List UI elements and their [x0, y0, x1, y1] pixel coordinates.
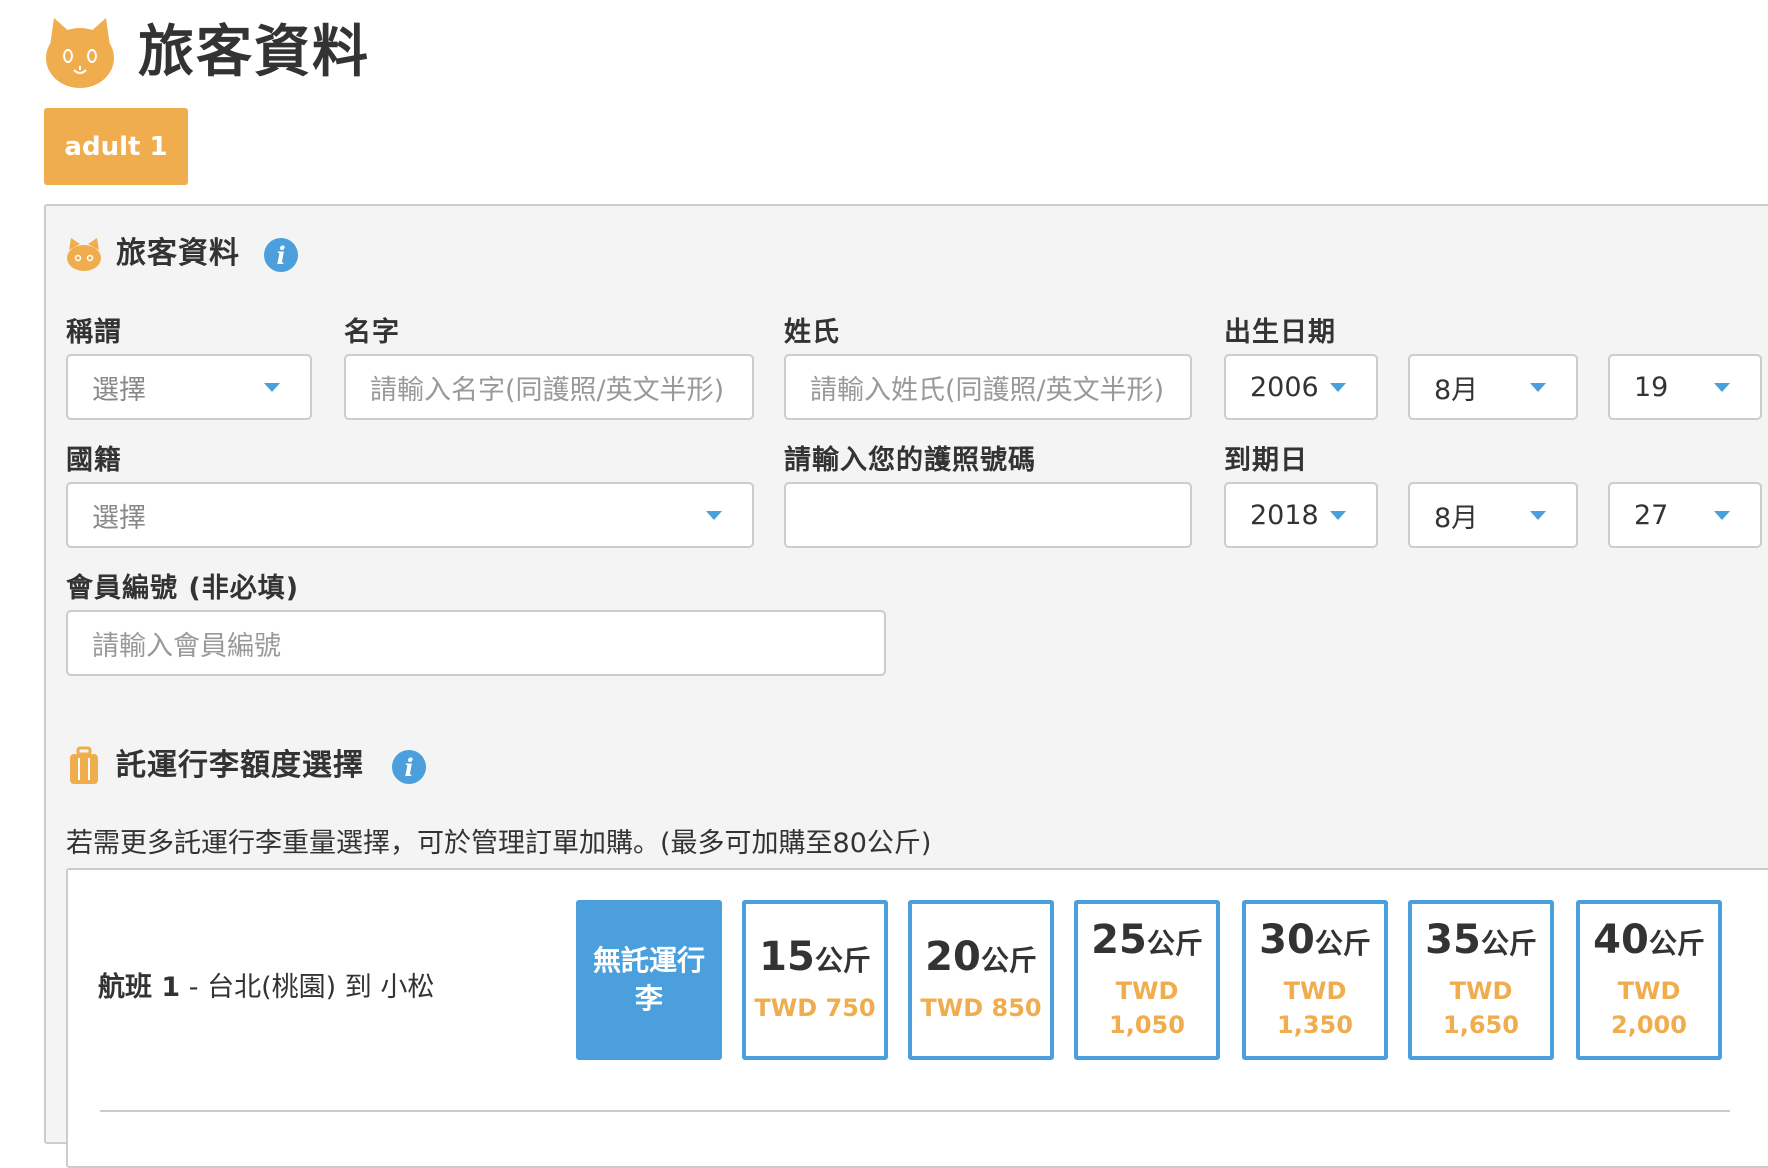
- cat-logo-icon: [44, 16, 116, 90]
- passport-label: 請輸入您的護照號碼: [784, 445, 1036, 476]
- dob-day-select[interactable]: 19: [1608, 354, 1762, 420]
- dob-label: 出生日期: [1224, 317, 1336, 348]
- baggage-option-25kg[interactable]: 25公斤 TWD 1,050: [1074, 900, 1220, 1060]
- passport-input[interactable]: [784, 482, 1192, 548]
- member-label: 會員編號 (非必填): [66, 573, 300, 604]
- expiry-day-select[interactable]: 27: [1608, 482, 1762, 548]
- expiry-month-select[interactable]: 8月: [1408, 482, 1578, 548]
- chevron-down-icon: [706, 510, 722, 520]
- dob-year-select[interactable]: 2006: [1224, 354, 1378, 420]
- nationality-label: 國籍: [66, 445, 122, 476]
- baggage-option-15kg[interactable]: 15公斤 TWD 750: [742, 900, 888, 1060]
- chevron-down-icon: [1530, 510, 1546, 520]
- luggage-icon: [68, 746, 100, 786]
- last-name-input[interactable]: 請輸入姓氏(同護照/英文半形): [784, 354, 1192, 420]
- page-title: 旅客資料: [138, 20, 370, 85]
- cat-small-icon: [66, 234, 102, 274]
- flight-label: 航班 1 - 台北(桃園) 到 小松: [98, 972, 435, 1003]
- chevron-down-icon: [1330, 510, 1346, 520]
- divider: [100, 1110, 1730, 1112]
- last-name-label: 姓氏: [784, 317, 840, 348]
- info-icon[interactable]: i: [392, 750, 426, 784]
- chevron-down-icon: [1530, 382, 1546, 392]
- info-icon[interactable]: i: [264, 238, 298, 272]
- baggage-option-20kg[interactable]: 20公斤 TWD 850: [908, 900, 1054, 1060]
- first-name-input[interactable]: 請輸入名字(同護照/英文半形): [344, 354, 754, 420]
- expiry-year-select[interactable]: 2018: [1224, 482, 1378, 548]
- baggage-section-title: 託運行李額度選擇: [116, 748, 364, 783]
- baggage-option-30kg[interactable]: 30公斤 TWD 1,350: [1242, 900, 1388, 1060]
- title-select[interactable]: 選擇: [66, 354, 312, 420]
- chevron-down-icon: [1714, 510, 1730, 520]
- dob-month-select[interactable]: 8月: [1408, 354, 1578, 420]
- baggage-option-40kg[interactable]: 40公斤 TWD 2,000: [1576, 900, 1722, 1060]
- chevron-down-icon: [264, 382, 280, 392]
- tab-adult-1[interactable]: adult 1: [44, 108, 188, 185]
- expiry-label: 到期日: [1224, 445, 1308, 476]
- nationality-select[interactable]: 選擇: [66, 482, 754, 548]
- first-name-label: 名字: [344, 317, 400, 348]
- chevron-down-icon: [1330, 382, 1346, 392]
- baggage-option-none[interactable]: 無託運行李: [576, 900, 722, 1060]
- baggage-option-35kg[interactable]: 35公斤 TWD 1,650: [1408, 900, 1554, 1060]
- title-label: 稱謂: [66, 317, 122, 348]
- passenger-section-title: 旅客資料: [116, 236, 240, 271]
- chevron-down-icon: [1714, 382, 1730, 392]
- baggage-note: 若需更多託運行李重量選擇，可於管理訂單加購。(最多可加購至80公斤): [66, 828, 932, 859]
- member-input[interactable]: 請輸入會員編號: [66, 610, 886, 676]
